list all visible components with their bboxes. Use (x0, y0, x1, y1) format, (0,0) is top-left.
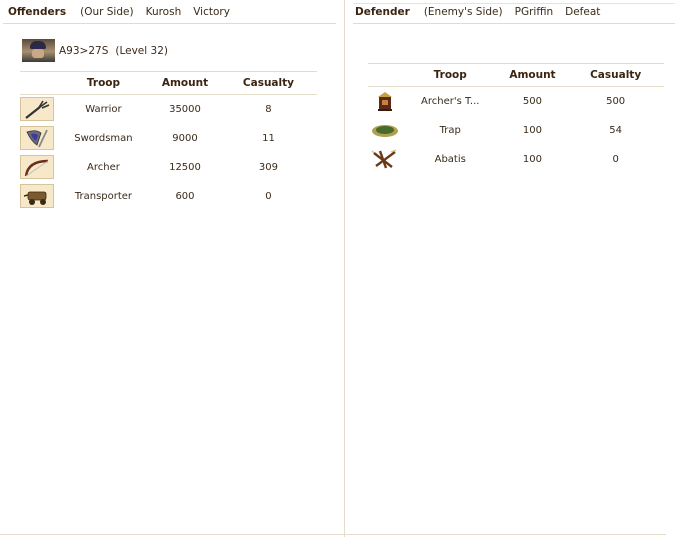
column-header-troop: Troop (433, 69, 467, 81)
offender-player-name[interactable]: Kurosh (146, 6, 182, 18)
table-row: Abatis 100 0 (368, 145, 664, 174)
pitchfork-icon (20, 97, 54, 121)
troop-casualty: 500 (606, 96, 626, 107)
defender-title: Defender (355, 6, 410, 18)
table-row: Swordsman 9000 11 (20, 124, 317, 153)
column-header-casualty: Casualty (242, 77, 294, 89)
column-header-troop: Troop (86, 77, 121, 89)
table-header-row: Troop Amount Casualty (368, 64, 664, 86)
troop-casualty: 8 (265, 104, 272, 115)
troop-casualty: 0 (265, 191, 272, 202)
hero-level: (Level 32) (115, 44, 168, 57)
offender-side-note: (Our Side) (80, 6, 134, 18)
troop-amount: 600 (175, 191, 195, 202)
column-header-casualty: Casualty (590, 69, 642, 81)
shield-sword-icon (20, 126, 54, 150)
troop-casualty: 0 (612, 154, 619, 165)
offender-header: Offenders (Our Side) Kurosh Victory (8, 4, 242, 20)
troop-amount: 100 (522, 154, 542, 165)
troop-amount: 500 (522, 96, 542, 107)
offender-result: Victory (193, 6, 230, 18)
bow-icon (20, 155, 54, 179)
defender-pane: Defender (Enemy's Side) PGriffin Defeat … (345, 0, 675, 537)
bottom-divider (0, 534, 666, 535)
troop-casualty: 309 (258, 162, 278, 173)
table-header-row: Troop Amount Casualty (20, 72, 317, 94)
wagon-icon (20, 184, 54, 208)
offender-troop-table: Troop Amount Casualty Warrior 35000 8 Sw… (20, 71, 317, 211)
table-row: Archer's T... 500 500 (368, 87, 664, 116)
column-header-amount: Amount (161, 77, 209, 89)
troop-name: Abatis (434, 154, 466, 165)
offender-pane: Offenders (Our Side) Kurosh Victory A93>… (0, 0, 345, 537)
troop-name: Warrior (85, 104, 122, 115)
troop-amount: 100 (522, 125, 542, 136)
archer-tower-icon (368, 89, 402, 113)
defender-side-note: (Enemy's Side) (423, 6, 503, 18)
table-row: Warrior 35000 8 (20, 95, 317, 124)
abatis-icon (368, 147, 402, 171)
table-row: Transporter 600 0 (20, 182, 317, 211)
defender-result: Defeat (565, 6, 601, 18)
troop-casualty: 54 (609, 125, 622, 136)
troop-name: Trap (439, 125, 461, 136)
troop-name: Swordsman (74, 133, 133, 144)
troop-name: Archer's T... (421, 96, 480, 107)
offender-hero: A93>27S (Level 32) (22, 39, 168, 62)
offender-header-divider (3, 23, 336, 24)
table-row: Trap 100 54 (368, 116, 664, 145)
troop-amount: 12500 (169, 162, 201, 173)
hero-name: A93>27S (59, 44, 109, 57)
troop-amount: 35000 (169, 104, 201, 115)
hero-avatar[interactable] (22, 39, 55, 62)
defender-player-name[interactable]: PGriffin (515, 6, 554, 18)
defender-header: Defender (Enemy's Side) PGriffin Defeat (355, 4, 612, 20)
defender-header-divider (353, 23, 675, 24)
column-header-amount: Amount (509, 69, 556, 81)
troop-name: Transporter (74, 191, 133, 202)
troop-casualty: 11 (262, 133, 275, 144)
troop-amount: 9000 (172, 133, 198, 144)
table-row: Archer 12500 309 (20, 153, 317, 182)
offender-title: Offenders (8, 6, 67, 18)
trap-icon (368, 118, 402, 142)
defender-troop-table: Troop Amount Casualty Archer's T... 500 … (368, 63, 664, 174)
troop-name: Archer (87, 162, 120, 173)
